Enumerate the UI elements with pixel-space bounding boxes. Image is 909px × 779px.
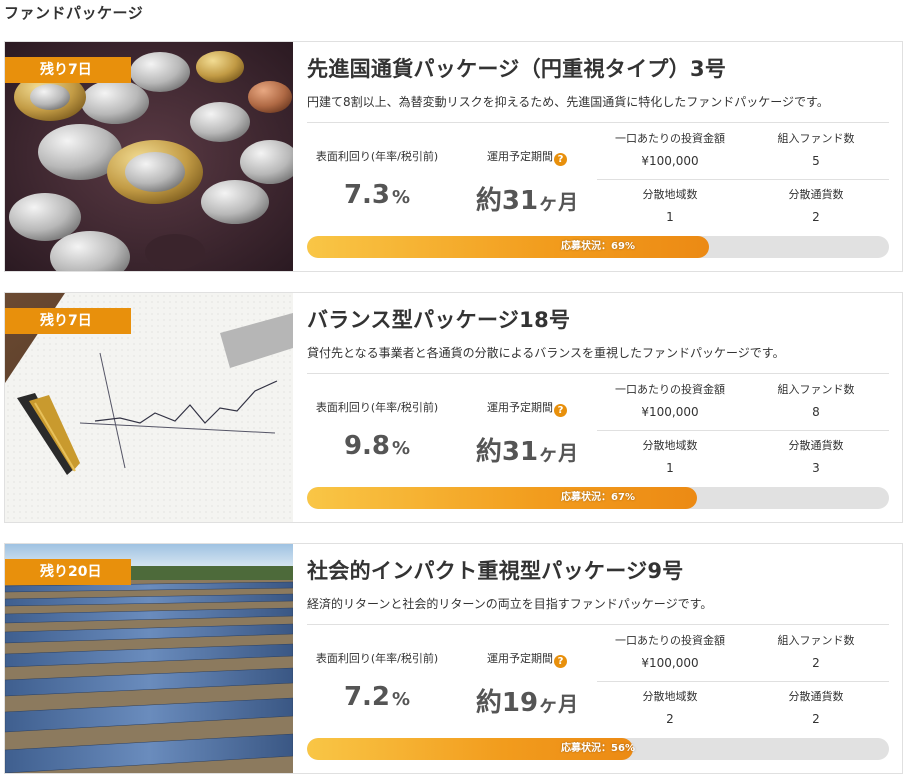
regions-cell: 分散地域数 2 bbox=[597, 688, 743, 726]
funds-label: 組入ファンド数 bbox=[777, 132, 855, 145]
period-value: 約31ヶ月 bbox=[457, 180, 597, 217]
regions-label: 分散地域数 bbox=[642, 439, 698, 452]
help-icon[interactable]: ? bbox=[554, 404, 567, 417]
period-label-text: 運用予定期間 bbox=[487, 401, 553, 414]
package-title[interactable]: バランス型パッケージ18号 bbox=[307, 304, 570, 334]
package-card[interactable]: 残り20日 社会的インパクト重視型パッケージ9号 経済的リターンと社会的リターン… bbox=[4, 543, 903, 774]
rate-number: 7.2 bbox=[343, 682, 390, 712]
currencies-cell: 分散通貨数 3 bbox=[743, 437, 889, 475]
currencies-value: 2 bbox=[812, 210, 820, 224]
funds-label: 組入ファンド数 bbox=[777, 634, 855, 647]
package-info: 社会的インパクト重視型パッケージ9号 経済的リターンと社会的リターンの両立を目指… bbox=[307, 544, 889, 773]
rate-number: 9.8 bbox=[343, 431, 390, 461]
application-progress-bar: 応募状況：67% bbox=[307, 487, 889, 509]
funds-cell: 組入ファンド数 5 bbox=[743, 130, 889, 168]
package-info: 先進国通貨パッケージ（円重視タイプ）3号 円建て8割以上、為替変動リスクを抑える… bbox=[307, 42, 889, 271]
funds-value: 8 bbox=[812, 405, 820, 419]
period-number: 約19 bbox=[475, 688, 539, 718]
rate-number: 7.3 bbox=[343, 180, 390, 210]
rate-value: 7.2% bbox=[307, 682, 447, 712]
divider bbox=[597, 179, 889, 180]
package-info: バランス型パッケージ18号 貸付先となる事業者と各通貨の分散によるバランスを重視… bbox=[307, 293, 889, 522]
divider bbox=[597, 430, 889, 431]
section-title: ファンドパッケージ bbox=[4, 4, 144, 22]
period-label: 運用予定期間? bbox=[457, 399, 597, 417]
funds-value: 2 bbox=[812, 656, 820, 670]
rate-value: 7.3% bbox=[307, 180, 447, 210]
package-card[interactable]: 残り7日 先進国通貨パッケージ（円重視タイプ）3号 円建て8割以上、為替変動リス… bbox=[4, 41, 903, 272]
amount-value: ¥100,000 bbox=[641, 154, 699, 168]
amount-cell: 一口あたりの投資金額 ¥100,000 bbox=[597, 632, 743, 670]
rate-label: 表面利回り(年率/税引前) bbox=[315, 401, 439, 414]
package-title[interactable]: 先進国通貨パッケージ（円重視タイプ）3号 bbox=[307, 53, 726, 83]
package-description: 経済的リターンと社会的リターンの両立を目指すファンドパッケージです。 bbox=[307, 597, 713, 611]
amount-label: 一口あたりの投資金額 bbox=[615, 132, 725, 145]
rate-value: 9.8% bbox=[307, 431, 447, 461]
amount-cell: 一口あたりの投資金額 ¥100,000 bbox=[597, 130, 743, 168]
currencies-label: 分散通貨数 bbox=[788, 188, 844, 201]
rate-label: 表面利回り(年率/税引前) bbox=[315, 150, 439, 163]
regions-cell: 分散地域数 1 bbox=[597, 186, 743, 224]
period-label-text: 運用予定期間 bbox=[487, 150, 553, 163]
regions-label: 分散地域数 bbox=[642, 690, 698, 703]
rate-unit: % bbox=[392, 187, 411, 208]
progress-text: 応募状況：69% bbox=[561, 241, 635, 252]
period-number: 約31 bbox=[475, 437, 539, 467]
package-description: 貸付先となる事業者と各通貨の分散によるバランスを重視したファンドパッケージです。 bbox=[307, 346, 785, 360]
package-title[interactable]: 社会的インパクト重視型パッケージ9号 bbox=[307, 555, 684, 585]
days-left-badge: 残り7日 bbox=[5, 57, 131, 83]
rate-label: 表面利回り(年率/税引前) bbox=[315, 652, 439, 665]
rate-unit: % bbox=[392, 689, 411, 710]
package-card[interactable]: 残り7日 バランス型パッケージ18号 貸付先となる事業者と各通貨の分散によるバラ… bbox=[4, 292, 903, 523]
currencies-value: 3 bbox=[812, 461, 820, 475]
regions-value: 1 bbox=[666, 461, 674, 475]
package-stats: 表面利回り(年率/税引前) 9.8% 運用予定期間? 約31ヶ月 一口あたりの投… bbox=[307, 373, 889, 487]
period-unit: ヶ月 bbox=[538, 190, 579, 214]
funds-cell: 組入ファンド数 2 bbox=[743, 632, 889, 670]
amount-label: 一口あたりの投資金額 bbox=[615, 634, 725, 647]
currencies-cell: 分散通貨数 2 bbox=[743, 186, 889, 224]
help-icon[interactable]: ? bbox=[554, 655, 567, 668]
period-label: 運用予定期間? bbox=[457, 650, 597, 668]
period-label: 運用予定期間? bbox=[457, 148, 597, 166]
period-value: 約31ヶ月 bbox=[457, 431, 597, 468]
regions-cell: 分散地域数 1 bbox=[597, 437, 743, 475]
application-progress-bar: 応募状況：69% bbox=[307, 236, 889, 258]
currencies-cell: 分散通貨数 2 bbox=[743, 688, 889, 726]
amount-value: ¥100,000 bbox=[641, 656, 699, 670]
application-progress-bar: 応募状況：56% bbox=[307, 738, 889, 760]
package-description: 円建て8割以上、為替変動リスクを抑えるため、先進国通貨に特化したファンドパッケー… bbox=[307, 95, 829, 109]
rate-unit: % bbox=[392, 438, 411, 459]
regions-value: 2 bbox=[666, 712, 674, 726]
funds-cell: 組入ファンド数 8 bbox=[743, 381, 889, 419]
package-detail-grid: 一口あたりの投資金額 ¥100,000 組入ファンド数 2 分散地域数 2 分散通貨数… bbox=[597, 624, 889, 738]
package-detail-grid: 一口あたりの投資金額 ¥100,000 組入ファンド数 5 分散地域数 1 分散通貨数… bbox=[597, 122, 889, 236]
period-unit: ヶ月 bbox=[538, 692, 579, 716]
amount-label: 一口あたりの投資金額 bbox=[615, 383, 725, 396]
amount-value: ¥100,000 bbox=[641, 405, 699, 419]
divider bbox=[597, 681, 889, 682]
days-left-badge: 残り20日 bbox=[5, 559, 131, 585]
package-detail-grid: 一口あたりの投資金額 ¥100,000 組入ファンド数 8 分散地域数 1 分散通貨数… bbox=[597, 373, 889, 487]
days-left-badge: 残り7日 bbox=[5, 308, 131, 334]
currencies-label: 分散通貨数 bbox=[788, 690, 844, 703]
currencies-label: 分散通貨数 bbox=[788, 439, 844, 452]
period-value: 約19ヶ月 bbox=[457, 682, 597, 719]
help-icon[interactable]: ? bbox=[554, 153, 567, 166]
period-label-text: 運用予定期間 bbox=[487, 652, 553, 665]
regions-label: 分散地域数 bbox=[642, 188, 698, 201]
period-number: 約31 bbox=[475, 186, 539, 216]
currencies-value: 2 bbox=[812, 712, 820, 726]
period-unit: ヶ月 bbox=[538, 441, 579, 465]
progress-text: 応募状況：67% bbox=[561, 492, 635, 503]
package-stats: 表面利回り(年率/税引前) 7.2% 運用予定期間? 約19ヶ月 一口あたりの投… bbox=[307, 624, 889, 738]
funds-label: 組入ファンド数 bbox=[777, 383, 855, 396]
progress-text: 応募状況：56% bbox=[561, 743, 635, 754]
amount-cell: 一口あたりの投資金額 ¥100,000 bbox=[597, 381, 743, 419]
package-stats: 表面利回り(年率/税引前) 7.3% 運用予定期間? 約31ヶ月 一口あたりの投… bbox=[307, 122, 889, 236]
funds-value: 5 bbox=[812, 154, 820, 168]
regions-value: 1 bbox=[666, 210, 674, 224]
